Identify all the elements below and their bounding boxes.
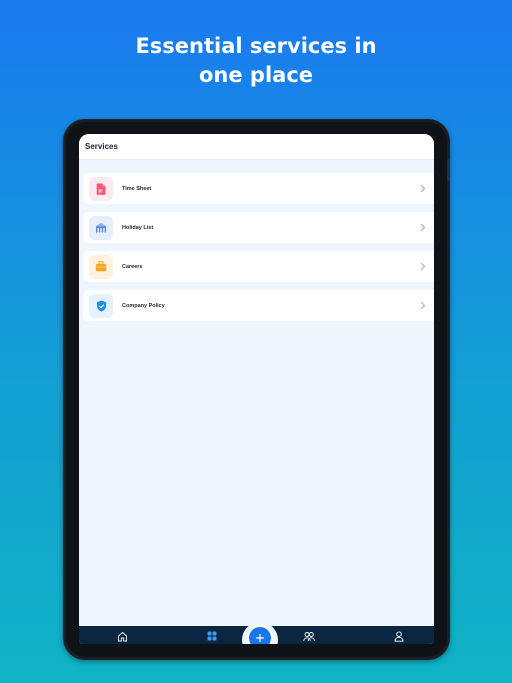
team-icon[interactable] xyxy=(303,630,315,642)
careers-icon xyxy=(89,254,113,279)
service-item-company-policy[interactable]: Company Policy xyxy=(83,290,434,321)
headline-line-1: Essential services in xyxy=(135,34,377,58)
service-label: Company Policy xyxy=(122,302,165,309)
add-button[interactable] xyxy=(247,625,273,644)
services-list: Time Sheet Holiday List Careers Company … xyxy=(79,160,434,321)
profile-icon[interactable] xyxy=(393,630,405,642)
headline: Essential services in one place xyxy=(0,32,512,90)
service-item-holiday-list[interactable]: Holiday List xyxy=(83,212,434,243)
chevron-right-icon xyxy=(416,221,430,235)
service-item-time-sheet[interactable]: Time Sheet xyxy=(83,173,434,204)
app-header: Services xyxy=(79,134,434,160)
app-screen: Services Time Sheet Holiday List Careers… xyxy=(79,134,434,644)
services-icon[interactable] xyxy=(206,630,218,642)
tablet-device-frame: Services Time Sheet Holiday List Careers… xyxy=(63,119,450,660)
headline-line-2: one place xyxy=(198,63,314,87)
policy-icon xyxy=(89,293,113,318)
timesheet-icon xyxy=(89,176,113,201)
service-label: Careers xyxy=(122,263,143,270)
holiday-icon xyxy=(89,215,113,240)
chevron-right-icon xyxy=(416,299,430,313)
service-label: Holiday List xyxy=(122,224,154,231)
chevron-right-icon xyxy=(416,182,430,196)
device-side-button xyxy=(447,159,450,181)
home-icon[interactable] xyxy=(116,630,128,642)
add-icon xyxy=(255,633,265,643)
chevron-right-icon xyxy=(416,260,430,274)
service-label: Time Sheet xyxy=(122,185,152,192)
page-title: Services xyxy=(85,142,118,151)
service-item-careers[interactable]: Careers xyxy=(83,251,434,282)
